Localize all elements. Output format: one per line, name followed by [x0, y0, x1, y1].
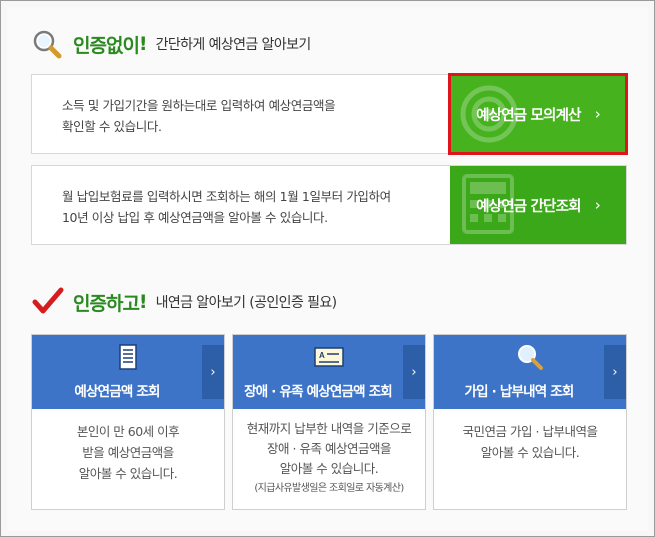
chevron-right-icon: ›	[612, 364, 618, 380]
row-mock-calc-desc-line2: 확인할 수 있습니다.	[62, 119, 162, 134]
card-expected-pension-title: 예상연금액 조회	[74, 384, 160, 400]
row-simple-lookup: 월 납입보험료를 입력하시면 조회하는 해의 1월 1일부터 가입하여 10년 …	[31, 165, 627, 245]
id-card-icon: A	[314, 347, 344, 367]
mock-calc-button[interactable]: 예상연금 모의계산 ›	[448, 73, 628, 155]
card-enrollment-payment-title: 가입 · 납부내역 조회	[464, 384, 575, 400]
row-mock-calc-desc-line1: 소득 및 가입기간을 원하는대로 입력하여 예상연금액을	[62, 98, 336, 113]
chevron-right-icon: ›	[594, 196, 601, 214]
target-icon	[460, 85, 518, 143]
card-enrollment-payment-body-line1: 국민연금 가입 · 납부내역을	[462, 424, 598, 439]
section-no-cert-excl: !	[138, 33, 148, 55]
card-enrollment-payment-header[interactable]: 가입 · 납부내역 조회 ›	[434, 335, 626, 409]
magnifier-icon	[31, 29, 65, 59]
card-disability-survivor-body: 현재까지 납부한 내역을 기준으로 장애 · 유족 예상연금액을 알아볼 수 있…	[233, 419, 425, 499]
chevron-right-icon: ›	[594, 105, 601, 123]
card-expected-pension-body-line3: 알아볼 수 있습니다.	[78, 466, 178, 481]
section-cert-strong: 인증하고	[73, 292, 140, 315]
section-cert-excl: !	[138, 291, 148, 313]
card-expected-pension-body-line1: 본인이 만 60세 이후	[76, 424, 180, 439]
section-no-cert-subtitle: 간단하게 예상연금 알아보기	[155, 37, 312, 53]
svg-text:A: A	[319, 351, 325, 360]
chevron-right-icon: ›	[210, 364, 216, 380]
calculator-icon	[462, 174, 514, 234]
row-mock-calc-desc: 소득 및 가입기간을 원하는대로 입력하여 예상연금액을 확인할 수 있습니다.	[62, 95, 442, 137]
card-enrollment-payment-body-line2: 알아볼 수 있습니다.	[480, 445, 580, 460]
chevron-right-icon: ›	[411, 364, 417, 380]
row-mock-calc: 소득 및 가입기간을 원하는대로 입력하여 예상연금액을 확인할 수 있습니다.…	[31, 73, 628, 155]
section-cert-subtitle: 내연금 알아보기 (공인인증 필요)	[155, 295, 338, 311]
card-disability-survivor-body-line1: 현재까지 납부한 내역을 기준으로	[246, 421, 412, 436]
card-enrollment-payment-body: 국민연금 가입 · 납부내역을 알아볼 수 있습니다.	[434, 421, 626, 463]
card-enrollment-payment[interactable]: 가입 · 납부내역 조회 › 국민연금 가입 · 납부내역을 알아볼 수 있습니…	[433, 334, 627, 510]
card-disability-survivor-arrow[interactable]: ›	[403, 345, 425, 399]
document-icon	[119, 344, 137, 370]
card-enrollment-payment-arrow[interactable]: ›	[604, 345, 626, 399]
card-expected-pension-body: 본인이 만 60세 이후 받을 예상연금액을 알아볼 수 있습니다.	[32, 421, 224, 484]
card-expected-pension-header[interactable]: 예상연금액 조회 ›	[32, 335, 224, 409]
page-frame: 인증없이 ! 간단하게 예상연금 알아보기 소득 및 가입기간을 원하는대로 입…	[0, 0, 655, 537]
card-disability-survivor-body-line3: 알아볼 수 있습니다.	[279, 461, 379, 476]
checkmark-icon	[31, 287, 65, 317]
search-icon	[518, 345, 543, 370]
card-expected-pension-arrow[interactable]: ›	[202, 345, 224, 399]
card-expected-pension[interactable]: 예상연금액 조회 › 본인이 만 60세 이후 받을 예상연금액을 알아볼 수 …	[31, 334, 225, 510]
row-simple-lookup-desc-line1: 월 납입보험료를 입력하시면 조회하는 해의 1월 1일부터 가입하여	[62, 189, 391, 204]
card-disability-survivor-note: (지급사유발생일은 조회일로 자동계산)	[254, 483, 404, 494]
section-cert-title: 인증하고 ! 내연금 알아보기 (공인인증 필요)	[31, 287, 337, 317]
row-simple-lookup-desc: 월 납입보험료를 입력하시면 조회하는 해의 1월 1일부터 가입하여 10년 …	[62, 186, 442, 228]
simple-lookup-button[interactable]: 예상연금 간단조회 ›	[450, 166, 626, 244]
card-disability-survivor-body-line2: 장애 · 유족 예상연금액을	[267, 441, 391, 456]
section-no-cert-title: 인증없이 ! 간단하게 예상연금 알아보기	[31, 29, 311, 59]
section-no-cert-strong: 인증없이	[73, 34, 140, 57]
card-disability-survivor-title: 장애 · 유족 예상연금액 조회	[244, 384, 393, 400]
card-disability-survivor[interactable]: A 장애 · 유족 예상연금액 조회 › 현재까지 납부한 내역을 기준으로 장…	[232, 334, 426, 510]
card-expected-pension-body-line2: 받을 예상연금액을	[82, 445, 174, 460]
row-simple-lookup-desc-line2: 10년 이상 납입 후 예상연금액을 알아볼 수 있습니다.	[62, 210, 328, 225]
card-disability-survivor-header[interactable]: A 장애 · 유족 예상연금액 조회 ›	[233, 335, 425, 409]
